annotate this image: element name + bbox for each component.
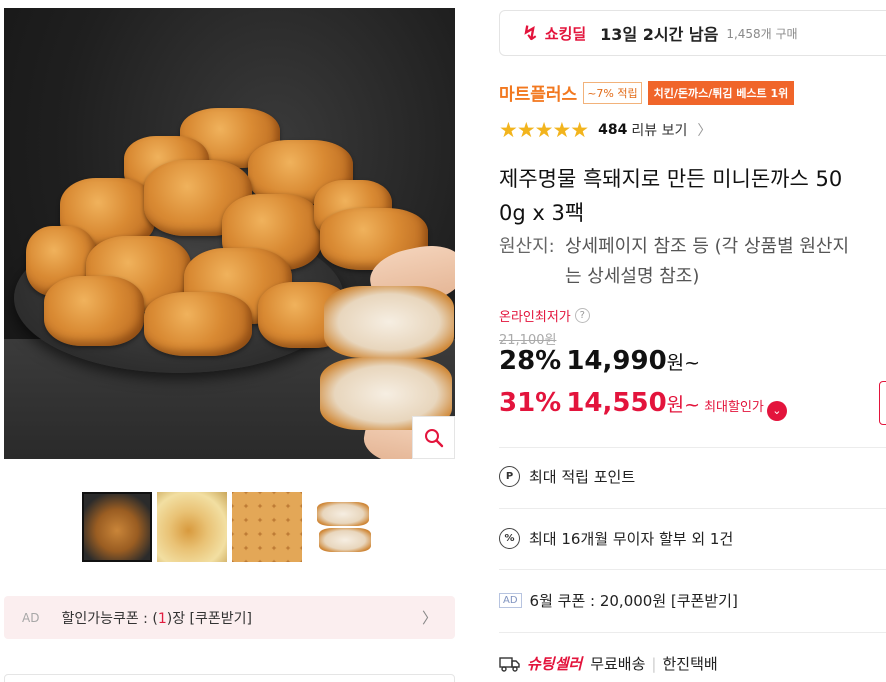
free-shipping-text: 무료배송 [590,655,646,673]
divider [499,447,886,448]
max-discount-price: 31% 14,550 원~ 최대할인가 ⌄ [499,388,787,421]
nugget-cut [317,502,369,526]
sale-price-suffix: 원~ [666,352,701,374]
mart-plus-badge: 마트플러스 [499,85,578,105]
sale-price-amount: 14,990 [566,346,667,376]
nugget [44,276,144,346]
best-seller-badge[interactable]: 치킨/돈까스/튀김 베스트 1위 [647,80,795,105]
magnifier-icon [424,428,443,447]
lowest-price-text: 온라인최저가 [499,310,571,325]
divider [499,632,886,633]
chevron-down-icon[interactable]: ⌄ [766,400,787,421]
ad-tag: AD [499,593,522,608]
coupon-label-suffix: )장 [쿠폰받기] [166,610,252,627]
reward-badge: ~7% 적립 [583,81,642,104]
sale-discount-percent: 28% [499,346,562,376]
help-icon[interactable]: ? [574,308,590,323]
origin-line-1: 원산지: 상세페이지 참조 등 (각 상품별 원산지 [499,235,849,259]
review-link[interactable]: ★★★★★ 484 리뷰 보기 〉 [499,118,711,142]
shooting-seller-logo: 슈팅셀러 [527,655,583,673]
divider [499,569,886,570]
origin-key: 원산지: [499,236,555,257]
nugget-cut [324,286,454,358]
separator: | [651,654,657,673]
product-title-line-1: 제주명물 흑돼지로 만든 미니돈까스 50 [499,167,843,191]
next-section-box [4,674,455,682]
product-info-panel: ↯ 쇼킹딜 13일 2시간 남음 1,458개 구매 마트플러스 ~7% 적립 … [499,0,886,682]
shipping-row: 슈팅셀러 무료배송 | 한진택배 [499,653,718,674]
product-title-line-2: 0g x 3팩 [499,201,585,225]
coupon-count: 1 [157,610,167,627]
june-coupon-text: 6월 쿠폰 : 20,000원 [쿠폰받기] [529,592,738,610]
point-icon: P [499,466,520,487]
nugget [144,292,252,356]
percent-icon: % [499,528,520,549]
max-discount-percent: 31% [499,388,562,418]
truck-icon [499,655,521,673]
deal-title: 쇼킹딜 [544,24,587,43]
deal-time-left: 13일 2시간 남음 [600,25,719,44]
thumbnail-2[interactable] [157,492,227,562]
review-count: 484 [598,122,628,138]
chevron-right-icon: 〉 [697,123,712,139]
installment-text: 최대 16개월 무이자 할부 외 1건 [529,530,734,548]
lightning-icon: ↯ [522,21,539,45]
rating-stars: ★★★★★ [499,118,589,142]
badge-row: 마트플러스 ~7% 적립 치킨/돈까스/튀김 베스트 1위 [499,80,795,105]
max-points-text: 최대 적립 포인트 [529,468,636,486]
june-coupon-row[interactable]: AD 6월 쿠폰 : 20,000원 [쿠폰받기] [499,590,738,611]
thumbnail-3[interactable] [232,492,302,562]
discount-coupon-bar[interactable]: AD 할인가능쿠폰 : (1)장 [쿠폰받기] 〉 [4,596,455,639]
nugget-cut [319,528,371,552]
divider [499,508,886,509]
origin-value: 상세페이지 참조 등 (각 상품별 원산지 [565,236,850,257]
max-price-suffix: 원~ [666,394,701,416]
lowest-price-label: 온라인최저가 ? [499,306,590,325]
carrier-text: 한진택배 [662,655,718,673]
coupon-label: 할인가능쿠폰 : (1)장 [쿠폰받기] [61,608,422,628]
thumbnail-4[interactable] [307,492,377,562]
side-action-box[interactable] [879,381,886,425]
installment-row[interactable]: % 최대 16개월 무이자 할부 외 1건 [499,528,733,549]
shocking-deal-banner[interactable]: ↯ 쇼킹딜 13일 2시간 남음 1,458개 구매 [499,10,886,56]
thumbnail-strip [82,492,377,562]
review-label: 리뷰 보기 [631,123,688,139]
sale-price: 28% 14,990원~ [499,346,700,376]
max-discount-label: 최대할인가 [704,400,764,415]
ad-label: AD [22,610,40,625]
thumbnail-1[interactable] [82,492,152,562]
origin-line-2: 는 상세설명 참조) [565,266,700,287]
max-points-row[interactable]: P 최대 적립 포인트 [499,466,635,487]
deal-purchase-count: 1,458개 구매 [726,26,798,41]
zoom-button[interactable] [412,416,455,459]
chevron-right-icon: 〉 [421,609,437,627]
product-main-image[interactable] [4,8,455,459]
max-price-amount: 14,550 [566,388,667,418]
coupon-label-prefix: 할인가능쿠폰 : ( [61,610,158,627]
